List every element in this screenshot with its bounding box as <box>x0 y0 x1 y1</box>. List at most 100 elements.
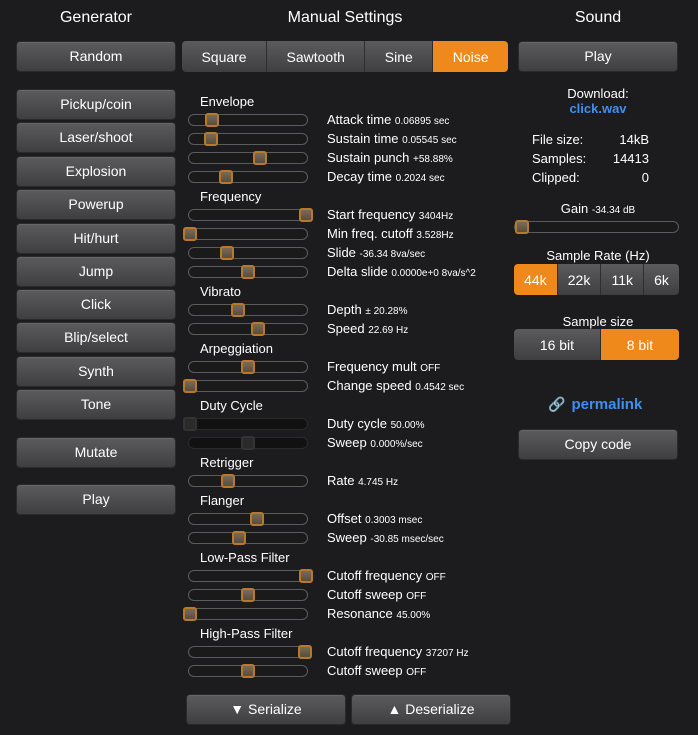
retrig-slider[interactable] <box>188 475 308 487</box>
gain-slider[interactable] <box>514 221 679 233</box>
decay-slider[interactable] <box>188 171 308 183</box>
permalink[interactable]: 🔗 permalink <box>548 396 642 413</box>
slide-value: -36.34 8va/sec <box>359 249 426 260</box>
vib-speed-label: Speed 22.69 Hz <box>327 321 408 336</box>
start-freq-slider-handle[interactable] <box>299 208 313 222</box>
gain-value: -34.34 dB <box>591 205 636 216</box>
fl-offset-slider[interactable] <box>188 513 308 525</box>
waveform-square[interactable]: Square <box>182 41 268 72</box>
hp-cut-slider[interactable] <box>188 646 308 658</box>
preset-click-button[interactable]: Click <box>16 289 176 320</box>
serialize-button[interactable]: ▼ Serialize <box>186 694 346 725</box>
sound-header: Sound <box>574 9 622 26</box>
fl-sweep-slider-handle[interactable] <box>231 531 246 545</box>
vib-depth-label-text: Depth <box>327 302 366 317</box>
vib-depth-slider[interactable] <box>188 304 308 316</box>
preset-laser-button[interactable]: Laser/shoot <box>16 122 176 153</box>
deserialize-button[interactable]: ▲ Deserialize <box>351 694 511 725</box>
arp-mult-label: Frequency mult OFF <box>327 359 440 374</box>
hp-cut-slider-handle[interactable] <box>297 645 312 659</box>
sample-size-8bit[interactable]: 8 bit <box>600 329 679 360</box>
lp-cut-slider[interactable] <box>188 570 308 582</box>
slide-slider-handle[interactable] <box>220 246 235 260</box>
vib-speed-slider-handle[interactable] <box>251 322 266 336</box>
min-freq-label-text: Min freq. cutoff <box>327 226 417 241</box>
duty-label-text: Duty cycle <box>327 416 391 431</box>
permalink-label: permalink <box>571 396 643 413</box>
waveform-sine[interactable]: Sine <box>365 41 434 72</box>
duty-label: Duty cycle 50.00% <box>327 416 425 431</box>
samples-value: 14413 <box>612 151 649 166</box>
lp-sweep-slider-handle[interactable] <box>241 588 255 602</box>
mutate-button[interactable]: Mutate <box>16 437 176 468</box>
duty-slider-handle <box>183 417 197 431</box>
fl-offset-label: Offset 0.3003 msec <box>327 511 422 526</box>
punch-slider-handle[interactable] <box>252 151 267 165</box>
preset-synth-button[interactable]: Synth <box>16 356 176 387</box>
sample-size-selector: 16 bit 8 bit <box>514 329 679 360</box>
decay-label: Decay time 0.2024 sec <box>327 169 445 184</box>
gain-slider-handle[interactable] <box>515 220 529 234</box>
lp-cut-label: Cutoff frequency OFF <box>327 568 446 583</box>
min-freq-slider-handle[interactable] <box>183 227 197 241</box>
start-freq-slider[interactable] <box>188 209 308 221</box>
min-freq-label: Min freq. cutoff 3.528Hz <box>327 226 454 241</box>
download-link[interactable]: click.wav <box>518 101 678 116</box>
preset-hithurt-button[interactable]: Hit/hurt <box>16 223 176 254</box>
preset-explosion-button[interactable]: Explosion <box>16 156 176 187</box>
lp-cut-slider-handle[interactable] <box>299 569 313 583</box>
arp-mult-slider-handle[interactable] <box>241 360 255 374</box>
retrig-slider-handle[interactable] <box>221 474 236 488</box>
fl-sweep-slider[interactable] <box>188 532 308 544</box>
sample-rate-44k[interactable]: 44k <box>514 264 558 295</box>
hp-sweep-slider-handle[interactable] <box>241 664 255 678</box>
arp-speed-slider[interactable] <box>188 380 308 392</box>
slide-label-text: Slide <box>327 245 360 260</box>
arp-speed-slider-handle[interactable] <box>183 379 197 393</box>
punch-slider[interactable] <box>188 152 308 164</box>
fl-offset-slider-handle[interactable] <box>250 512 265 526</box>
vib-depth-label: Depth ± 20.28% <box>327 302 408 317</box>
preset-tone-button[interactable]: Tone <box>16 389 176 420</box>
file-size-value: 14kB <box>619 132 649 147</box>
preset-powerup-button[interactable]: Powerup <box>16 189 176 220</box>
decay-slider-handle[interactable] <box>218 170 233 184</box>
lp-res-label: Resonance 45.00% <box>327 606 430 621</box>
slide-slider[interactable] <box>188 247 308 259</box>
sustain-slider-handle[interactable] <box>203 132 218 146</box>
preset-pickup-button[interactable]: Pickup/coin <box>16 89 176 120</box>
preset-blip-button[interactable]: Blip/select <box>16 322 176 353</box>
sound-play-button[interactable]: Play <box>518 41 678 72</box>
attack-label: Attack time 0.06895 sec <box>327 112 449 127</box>
sustain-label: Sustain time 0.05545 sec <box>327 131 457 146</box>
lowpass-section-title: Low-Pass Filter <box>200 550 290 565</box>
sample-rate-6k[interactable]: 6k <box>644 264 679 295</box>
vib-speed-slider[interactable] <box>188 323 308 335</box>
punch-label-text: Sustain punch <box>327 150 414 165</box>
retrig-label: Rate 4.745 Hz <box>327 473 398 488</box>
sample-rate-22k[interactable]: 22k <box>557 264 602 295</box>
waveform-sawtooth[interactable]: Sawtooth <box>267 41 366 72</box>
lp-cut-label-text: Cutoff frequency <box>327 568 426 583</box>
manual-settings-header: Manual Settings <box>287 9 403 26</box>
lp-res-slider[interactable] <box>188 608 308 620</box>
attack-slider-handle[interactable] <box>205 113 220 127</box>
hp-sweep-label: Cutoff sweep OFF <box>327 663 426 678</box>
sample-rate-11k[interactable]: 11k <box>601 264 645 295</box>
vib-depth-slider-handle[interactable] <box>230 303 245 317</box>
delta-slide-slider-handle[interactable] <box>241 265 255 279</box>
waveform-noise[interactable]: Noise <box>433 41 508 72</box>
copy-code-button[interactable]: Copy code <box>518 429 678 460</box>
generator-play-button[interactable]: Play <box>16 484 176 515</box>
retrigger-section-title: Retrigger <box>200 455 254 470</box>
sustain-value: 0.05545 sec <box>402 135 457 146</box>
vib-speed-value: 22.69 Hz <box>368 325 409 336</box>
lp-sweep-value: OFF <box>406 591 427 602</box>
min-freq-slider[interactable] <box>188 228 308 240</box>
random-button[interactable]: Random <box>16 41 176 72</box>
lp-res-slider-handle[interactable] <box>183 607 197 621</box>
preset-jump-button[interactable]: Jump <box>16 256 176 287</box>
highpass-section-title: High-Pass Filter <box>200 626 293 641</box>
fl-sweep-label: Sweep -30.85 msec/sec <box>327 530 444 545</box>
sample-size-16bit[interactable]: 16 bit <box>514 329 601 360</box>
